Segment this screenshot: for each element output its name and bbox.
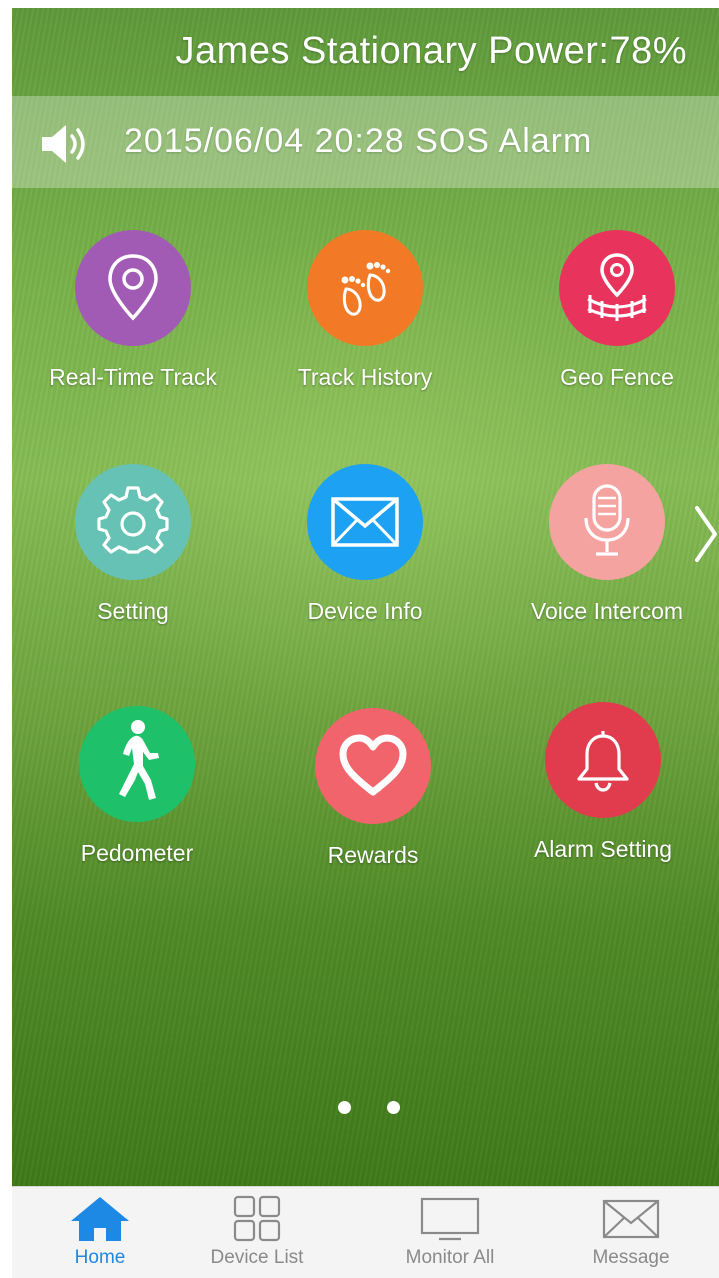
heart-icon [339,734,407,796]
alarm-banner[interactable]: 2015/06/04 20:28 SOS Alarm [12,96,719,188]
tab-home[interactable]: Home [12,1187,188,1278]
footprints-icon [341,262,391,316]
home-screen: James Stationary Power:78% 2015/06/04 20… [12,8,719,1186]
tab-label: Monitor All [405,1247,495,1268]
tile-device-info[interactable]: Device Info [270,464,460,625]
gear-icon [97,486,169,554]
envelope-icon [602,1199,660,1239]
monitor-icon [420,1197,480,1241]
tile-label: Device Info [307,598,423,624]
tab-label: Home [74,1247,126,1268]
page-dot[interactable] [387,1101,400,1114]
page-title: James Stationary Power:78% [175,30,687,72]
tile-label: Geo Fence [560,364,674,390]
tab-device-list[interactable]: Device List [169,1187,345,1278]
tile-circle [545,702,661,818]
tile-label: Setting [97,598,169,624]
tile-circle [75,464,191,580]
tile-label: Pedometer [80,840,194,866]
tab-monitor-all[interactable]: Monitor All [362,1187,538,1278]
tile-voice-intercom[interactable]: Voice Intercom [512,464,702,625]
tile-label: Track History [297,364,433,390]
alarm-message: 2015/06/04 20:28 SOS Alarm [124,122,593,160]
tile-label: Real-Time Track [49,364,217,390]
tile-circle [307,230,423,346]
tab-message[interactable]: Message [543,1187,719,1278]
tile-circle [75,230,191,346]
tile-track-history[interactable]: Track History [270,230,460,391]
tile-real-time-track[interactable]: Real-Time Track [38,230,228,391]
tile-circle [315,708,431,824]
tile-pedometer[interactable]: Pedometer [42,706,232,867]
location-pin-icon [108,254,158,321]
bell-icon [577,731,629,792]
tile-setting[interactable]: Setting [38,464,228,625]
tile-label: Voice Intercom [530,598,684,624]
tile-alarm-setting[interactable]: Alarm Setting [508,702,698,863]
tile-geo-fence[interactable]: Geo Fence [522,230,712,391]
geo-fence-icon [587,253,647,321]
tile-rewards[interactable]: Rewards [278,708,468,869]
next-page-arrow-icon[interactable] [693,504,719,564]
home-icon [71,1197,129,1241]
grid-icon [233,1195,281,1242]
speaker-icon [42,125,85,163]
microphone-icon [584,484,630,556]
tab-label: Device List [210,1247,304,1268]
page-dot[interactable] [338,1101,351,1114]
envelope-icon [331,497,399,547]
page-indicator[interactable] [338,1101,436,1119]
tile-circle [549,464,665,580]
tile-circle [559,230,675,346]
tile-circle [79,706,195,822]
tile-label: Alarm Setting [533,836,673,862]
runner-icon [119,720,159,800]
tile-label: Rewards [327,842,419,868]
bottom-tab-bar: Home Device List Monitor All Message [12,1186,719,1278]
tab-label: Message [592,1247,670,1268]
tile-circle [307,464,423,580]
